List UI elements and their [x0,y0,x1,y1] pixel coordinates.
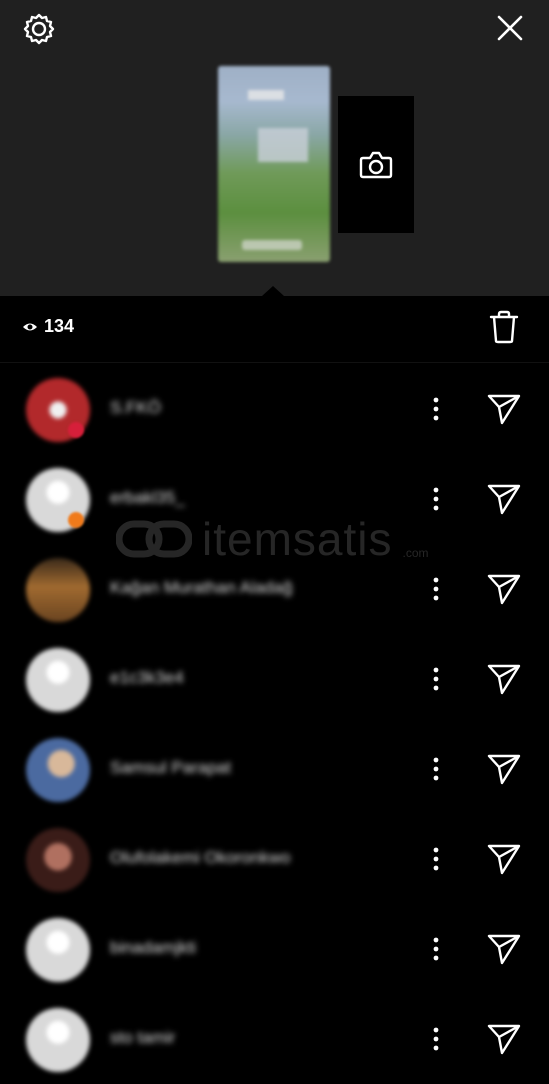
more-options-button[interactable] [424,754,448,784]
more-options-button[interactable] [424,664,448,694]
viewer-row[interactable]: binadamjkti [0,904,549,994]
view-count-number: 134 [44,316,75,336]
send-message-button[interactable] [486,1022,522,1056]
viewer-row[interactable]: sto tamir [0,994,549,1084]
viewer-name[interactable]: sto tamir [110,1028,175,1048]
close-button[interactable] [494,12,526,44]
avatar[interactable] [26,648,90,712]
send-icon [487,844,521,875]
viewer-name[interactable]: erbakl35_ [110,488,185,508]
send-icon [487,394,521,425]
send-icon [487,484,521,515]
send-message-button[interactable] [486,662,522,696]
fire-badge-icon [68,512,84,528]
send-message-button[interactable] [486,752,522,786]
more-vertical-icon [433,1027,439,1051]
thumbnail-pointer [262,286,284,296]
trash-icon [489,310,519,344]
send-message-button[interactable] [486,932,522,966]
close-icon [497,15,523,41]
send-icon [487,754,521,785]
avatar[interactable] [26,918,90,982]
viewer-name[interactable]: S.FKÖ [110,398,161,418]
viewer-row[interactable]: Samsul Parapat [0,724,549,814]
view-count[interactable]: 134 [22,316,74,337]
camera-icon [359,151,393,178]
more-options-button[interactable] [424,574,448,604]
viewer-list: S.FKÖ erbakl35_ Kağan Murathan Aladağ e1… [0,364,549,1084]
story-thumbnail[interactable] [218,66,330,262]
more-vertical-icon [433,667,439,691]
send-icon [487,664,521,695]
viewer-row[interactable]: e1c3k3e4 [0,634,549,724]
more-vertical-icon [433,757,439,781]
more-options-button[interactable] [424,844,448,874]
eye-icon [23,323,37,330]
more-vertical-icon [433,487,439,511]
send-icon [487,934,521,965]
more-options-button[interactable] [424,484,448,514]
avatar[interactable] [26,828,90,892]
viewer-name[interactable]: binadamjkti [110,938,196,958]
more-options-button[interactable] [424,1024,448,1054]
send-message-button[interactable] [486,572,522,606]
more-vertical-icon [433,937,439,961]
viewer-name[interactable]: Kağan Murathan Aladağ [110,578,292,598]
avatar[interactable] [26,558,90,622]
viewer-row[interactable]: Olufolakemi Okoronkwo [0,814,549,904]
add-story-button[interactable] [338,96,414,233]
viewer-row[interactable]: S.FKÖ [0,364,549,454]
send-message-button[interactable] [486,392,522,426]
more-options-button[interactable] [424,394,448,424]
send-message-button[interactable] [486,842,522,876]
delete-story-button[interactable] [488,310,520,344]
story-badge-icon [68,422,84,438]
avatar[interactable] [26,738,90,802]
more-vertical-icon [433,847,439,871]
viewer-name[interactable]: Samsul Parapat [110,758,231,778]
gear-icon [23,13,55,45]
viewer-name[interactable]: Olufolakemi Okoronkwo [110,848,290,868]
viewer-row[interactable]: erbakl35_ [0,454,549,544]
send-message-button[interactable] [486,482,522,516]
send-icon [487,574,521,605]
viewer-name[interactable]: e1c3k3e4 [110,668,184,688]
more-vertical-icon [433,577,439,601]
more-options-button[interactable] [424,934,448,964]
avatar[interactable] [26,1008,90,1072]
more-vertical-icon [433,397,439,421]
views-bar: 134 [0,296,549,363]
viewer-row[interactable]: Kağan Murathan Aladağ [0,544,549,634]
story-preview-header [0,0,549,296]
send-icon [487,1024,521,1055]
settings-button[interactable] [22,12,56,46]
